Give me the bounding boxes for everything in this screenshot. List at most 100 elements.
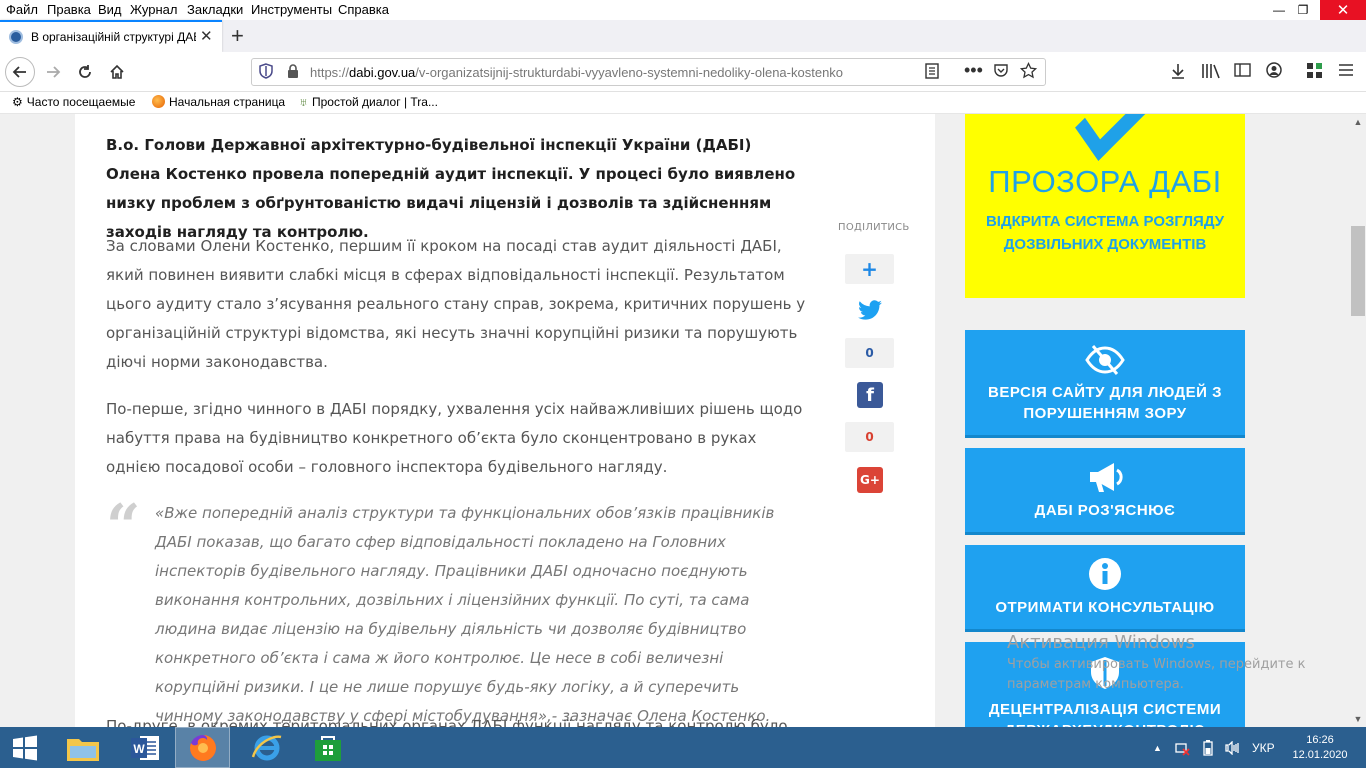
url-scheme: https:// (310, 65, 350, 80)
taskbar-store[interactable] (300, 727, 355, 768)
svg-text:W: W (133, 742, 145, 756)
language-indicator[interactable]: УКР (1252, 727, 1275, 768)
battery-icon[interactable] (1203, 727, 1213, 768)
box-label: ДАБІ РОЗ'ЯСНЮЄ (1034, 502, 1176, 519)
banner-title: ПРОЗОРА ДАБІ (988, 164, 1222, 199)
extensions-icon[interactable] (1306, 62, 1323, 84)
windows-activation-watermark: Активация Windows Чтобы активировать Win… (1007, 632, 1327, 695)
url-text[interactable]: https://dabi.gov.ua/v-organizatsijnij-st… (310, 65, 920, 80)
clock[interactable]: 16:26 12.01.2020 (1290, 733, 1350, 763)
get-consultation-button[interactable]: ОТРИМАТИ КОНСУЛЬТАЦІЮ (965, 545, 1245, 632)
megaphone-icon (965, 460, 1245, 501)
navigation-bar: https://dabi.gov.ua/v-organizatsijnij-st… (0, 52, 1366, 92)
quote-mark-icon: “ (106, 492, 141, 562)
page-scrollbar[interactable]: ▲ ▼ (1350, 114, 1366, 727)
firefox-icon (189, 734, 216, 761)
site-favicon-icon (9, 30, 23, 44)
address-bar[interactable]: https://dabi.gov.ua/v-organizatsijnij-st… (251, 58, 1046, 86)
article-paragraph: По-друге, в окремих територіальних орган… (106, 717, 788, 727)
accessibility-version-button[interactable]: ВЕРСІЯ САЙТУ ДЛЯ ЛЮДЕЙ З ПОРУШЕННЯМ ЗОРУ (965, 330, 1245, 438)
transparent-dabi-banner[interactable]: ПРОЗОРА ДАБІ ВІДКРИТА СИСТЕМА РОЗГЛЯДУ Д… (965, 114, 1245, 298)
start-button[interactable] (0, 727, 50, 768)
bookmark-star-icon[interactable] (1019, 61, 1038, 84)
store-icon (314, 735, 341, 761)
menu-help[interactable]: Справка (338, 2, 389, 17)
taskbar-word[interactable]: W (117, 727, 172, 768)
home-button[interactable] (102, 57, 132, 87)
taskbar-explorer[interactable] (55, 727, 110, 768)
checkmark-icon (1075, 114, 1155, 161)
url-domain: dabi.gov.ua (349, 65, 416, 80)
tab-title: В організаційній структурі ДАБІ (31, 30, 196, 44)
dialog-icon: ♅ (299, 95, 308, 109)
word-icon: W (130, 735, 159, 760)
bookmark-simple-dialog[interactable]: ♅ Простой диалог | Tra... (299, 95, 438, 109)
taskbar-internet-explorer[interactable] (239, 727, 294, 768)
menu-view[interactable]: Вид (98, 2, 122, 17)
tab-bar: В організаційній структурі ДАБІ ✕ + (0, 20, 1366, 52)
bookmark-label: Начальная страница (169, 95, 286, 109)
menu-edit[interactable]: Правка (47, 2, 91, 17)
dabi-explains-button[interactable]: ДАБІ РОЗ'ЯСНЮЄ (965, 448, 1245, 535)
tracking-shield-icon[interactable] (259, 63, 273, 82)
article-content: В.о. Голови Державної архітектурно-будів… (75, 114, 935, 727)
bookmark-label: Часто посещаемые (26, 95, 136, 109)
new-tab-button[interactable]: + (231, 23, 244, 49)
page-actions-icon[interactable]: ••• (964, 60, 983, 81)
bookmark-most-visited[interactable]: ⚙ Часто посещаемые (12, 95, 135, 109)
menu-bookmarks[interactable]: Закладки (187, 2, 243, 17)
scrollbar-thumb[interactable] (1351, 226, 1365, 316)
bookmarks-bar: ⚙ Часто посещаемые Начальная страница ♅ Пр… (0, 92, 1366, 114)
library-icon[interactable] (1201, 62, 1221, 85)
article-lead: В.о. Голови Державної архітектурно-будів… (106, 136, 796, 241)
close-window-button[interactable]: ✕ (1320, 0, 1366, 20)
gear-icon: ⚙ (12, 95, 23, 109)
reload-button[interactable] (70, 57, 100, 87)
account-icon[interactable] (1266, 62, 1282, 83)
network-icon[interactable] (1174, 727, 1190, 768)
tab-active[interactable]: В організаційній структурі ДАБІ ✕ (0, 20, 222, 52)
back-button[interactable] (5, 57, 35, 87)
article-paragraph: По-перше, згідно чинного в ДАБІ порядку,… (106, 400, 803, 476)
box-label: ОТРИМАТИ КОНСУЛЬТАЦІЮ (995, 599, 1215, 616)
clock-time: 16:26 (1306, 734, 1334, 746)
url-path: /v-organizatsijnij-strukturdabi-vyyavlen… (415, 65, 844, 80)
box-label: ВЕРСІЯ САЙТУ ДЛЯ ЛЮДЕЙ З ПОРУШЕННЯМ ЗОРУ (988, 384, 1222, 422)
tray-expand-icon[interactable]: ▲ (1153, 727, 1162, 768)
share-label: ПОДІЛИТИСЬ (838, 222, 910, 233)
scroll-up-icon[interactable]: ▲ (1350, 114, 1366, 130)
sidebar-toggle-icon[interactable] (1234, 62, 1251, 83)
hamburger-menu-icon[interactable] (1338, 62, 1354, 83)
menu-tools[interactable]: Инструменты (251, 2, 332, 17)
activation-title: Активация Windows (1007, 632, 1195, 653)
reader-view-icon[interactable] (924, 62, 940, 84)
lock-icon[interactable] (287, 64, 299, 81)
volume-icon[interactable] (1224, 727, 1240, 768)
back-arrow-icon (12, 66, 26, 78)
pocket-icon[interactable] (993, 62, 1009, 84)
bookmark-label: Простой диалог | Tra... (312, 95, 438, 109)
info-icon (965, 557, 1245, 598)
share-more-button[interactable]: + (845, 254, 894, 284)
downloads-icon[interactable] (1170, 62, 1186, 85)
forward-button[interactable] (38, 57, 68, 87)
internet-explorer-icon (251, 734, 281, 760)
google-plus-icon[interactable]: G+ (857, 467, 883, 493)
box-label: ДЕЦЕНТРАЛІЗАЦІЯ СИСТЕМИ ДЕРЖАРХБУДКОНТРО… (988, 701, 1222, 727)
scroll-down-icon[interactable]: ▼ (1350, 711, 1366, 727)
tab-close-icon[interactable]: ✕ (200, 27, 213, 45)
twitter-icon[interactable] (857, 298, 883, 324)
facebook-icon[interactable]: f (857, 382, 883, 408)
bookmark-start-page[interactable]: Начальная страница (152, 95, 285, 109)
menu-bar: Файл Правка Вид Журнал Закладки Инструме… (0, 0, 1366, 20)
menu-history[interactable]: Журнал (130, 2, 177, 17)
taskbar-firefox[interactable] (175, 727, 230, 768)
article-quote: «Вже попередній аналіз структури та функ… (155, 504, 775, 725)
home-icon (110, 64, 124, 79)
clock-date: 12.01.2020 (1292, 749, 1348, 761)
eye-slash-icon (965, 344, 1245, 383)
menu-file[interactable]: Файл (6, 2, 38, 17)
folder-icon (66, 738, 99, 761)
twitter-share-count: 0 (845, 338, 894, 368)
activation-text: Чтобы активировать Windows, перейдите к … (1007, 657, 1306, 692)
